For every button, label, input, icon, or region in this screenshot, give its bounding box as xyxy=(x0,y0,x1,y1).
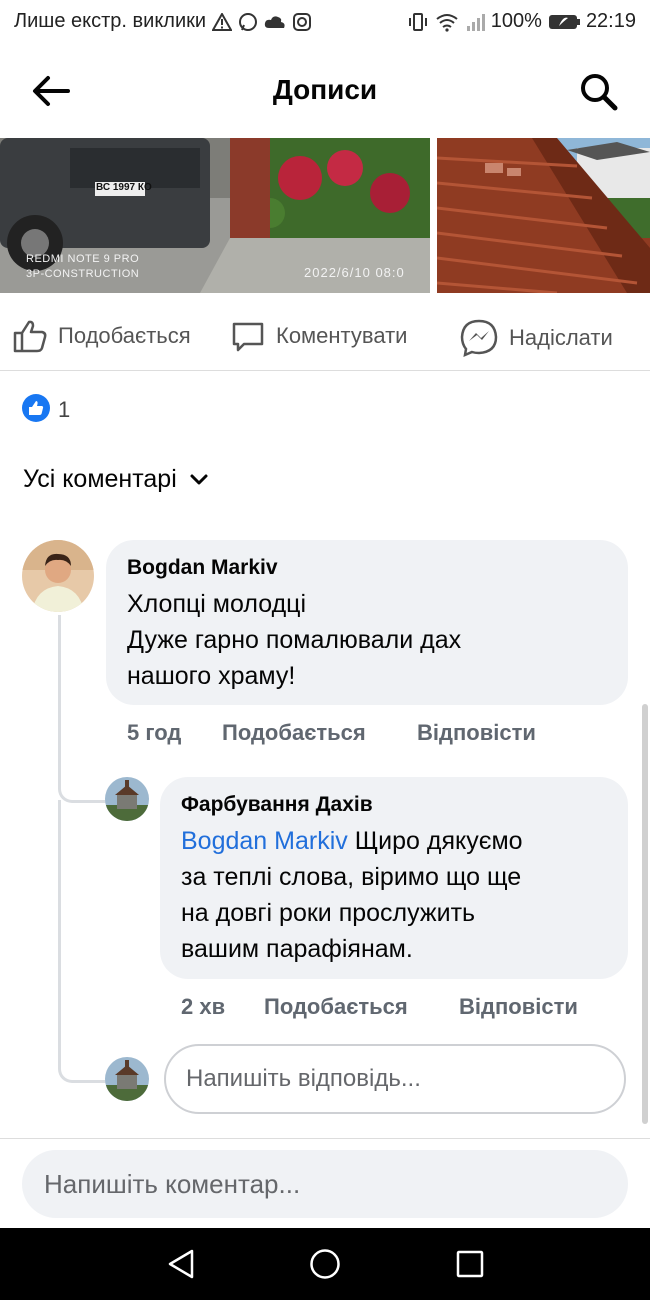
comment-like-link[interactable]: Подобається xyxy=(222,720,366,746)
reply-bubble: Фарбування Дахів Bogdan Markiv Щиро дяку… xyxy=(160,777,628,979)
comment-text-line: нашого храму! xyxy=(127,662,296,690)
reply-text-line: за теплі слова, віримо що ще xyxy=(181,863,522,891)
battery-icon xyxy=(548,14,580,29)
comments-filter-dropdown[interactable]: Усі коментарі xyxy=(23,465,209,494)
send-button[interactable]: Надіслати xyxy=(459,318,613,358)
whatsapp-icon xyxy=(239,12,258,31)
photo-roof xyxy=(437,138,650,293)
thumbs-up-icon xyxy=(13,320,47,353)
church-avatar-image xyxy=(105,777,149,821)
church-avatar-image xyxy=(105,1057,149,1101)
nav-back-button[interactable] xyxy=(166,1248,196,1285)
search-button[interactable] xyxy=(578,71,620,118)
like-button[interactable]: Подобається xyxy=(12,318,191,354)
warning-icon xyxy=(212,12,233,31)
person-avatar-image xyxy=(22,540,94,612)
avatar[interactable] xyxy=(22,540,94,612)
comment-bubble-icon xyxy=(232,322,264,352)
comment-input[interactable]: Напишіть коментар... xyxy=(22,1150,628,1218)
thread-connector-curve-1 xyxy=(58,780,107,803)
send-label: Надіслати xyxy=(509,325,613,350)
reply-input-placeholder: Напишіть відповідь... xyxy=(186,1065,421,1092)
post-photo-1[interactable]: ВС 1997 КО REDMI NOTE 9 PRO 3P-CONSTRUCT… xyxy=(0,138,430,293)
composer-avatar xyxy=(105,1057,149,1101)
clock: 22:19 xyxy=(585,10,636,32)
like-label: Подобається xyxy=(58,323,191,348)
thread-connector xyxy=(58,615,61,780)
carrier-text: Лише екстр. виклики xyxy=(14,10,207,32)
comment-button[interactable]: Коментувати xyxy=(230,318,407,354)
search-icon xyxy=(581,74,618,111)
comment-author[interactable]: Bogdan Markiv xyxy=(127,556,278,580)
page-avatar[interactable] xyxy=(105,777,149,821)
messenger-icon xyxy=(460,319,498,358)
watermark-brand: 3P-CONSTRUCTION xyxy=(26,268,140,280)
comment-text-line: Хлопці молодці xyxy=(127,590,307,618)
nav-recents-button[interactable] xyxy=(455,1249,485,1284)
nav-home-button[interactable] xyxy=(309,1248,341,1285)
reply-input[interactable]: Напишіть відповідь... xyxy=(164,1044,626,1114)
like-reaction-badge[interactable] xyxy=(22,394,50,422)
chevron-down-icon xyxy=(190,474,208,484)
status-left: Лише екстр. виклики xyxy=(14,10,312,33)
scrollbar[interactable] xyxy=(642,704,648,1124)
reply-reply-link[interactable]: Відповісти xyxy=(459,994,578,1020)
thread-connector-2 xyxy=(58,800,61,1060)
comment-reply-link[interactable]: Відповісти xyxy=(417,720,536,746)
comments-filter-label: Усі коментарі xyxy=(23,465,177,493)
comment-label: Коментувати xyxy=(276,323,408,348)
vibrate-icon xyxy=(408,12,427,31)
mention-link[interactable]: Bogdan Markiv xyxy=(181,827,348,855)
reply-text-rest: Щиро дякуємо xyxy=(347,827,523,855)
instagram-icon xyxy=(293,12,312,31)
comment-text-line: Дуже гарно помалювали дах xyxy=(127,626,462,654)
cloud-icon xyxy=(264,15,285,28)
signal-icon xyxy=(466,13,485,31)
comment-time: 5 год xyxy=(127,720,182,745)
post-actions-bar: Подобається Коментувати Надіслати xyxy=(0,300,650,371)
divider xyxy=(0,1138,650,1139)
license-plate: ВС 1997 КО xyxy=(96,182,152,193)
reply-time: 2 хв xyxy=(181,994,226,1019)
triangle-back-icon xyxy=(168,1249,194,1279)
status-right: 100% 22:19 xyxy=(407,10,636,33)
post-photo-2[interactable] xyxy=(437,138,650,293)
thumbs-up-small-icon xyxy=(29,401,44,415)
reply-text-line-1: Bogdan Markiv Щиро дякуємо xyxy=(181,823,523,859)
reply-author[interactable]: Фарбування Дахів xyxy=(181,793,373,817)
thread-connector-curve-2 xyxy=(58,1060,107,1083)
reaction-count: 1 xyxy=(58,397,71,422)
circle-home-icon xyxy=(310,1249,340,1279)
photo-timestamp: 2022/6/10 08:0 xyxy=(304,265,405,280)
comment-bubble: Bogdan Markiv Хлопці молодці Дуже гарно … xyxy=(106,540,628,705)
comment-input-placeholder: Напишіть коментар... xyxy=(44,1168,301,1199)
reply-text-line: на довгі роки прослужить xyxy=(181,899,476,927)
battery-percent: 100% xyxy=(490,10,542,32)
system-navigation-bar xyxy=(0,1228,650,1300)
status-bar: Лише екстр. виклики 100% 22:19 xyxy=(0,0,650,44)
watermark-device: REDMI NOTE 9 PRO xyxy=(26,253,140,265)
reply-like-link[interactable]: Подобається xyxy=(264,994,408,1020)
wifi-icon xyxy=(436,13,458,32)
reply-text-line: вашим парафіянам. xyxy=(181,935,413,963)
page-title: Дописи xyxy=(272,74,378,105)
square-recents-icon xyxy=(456,1250,484,1278)
app-header: Дописи xyxy=(0,44,650,138)
